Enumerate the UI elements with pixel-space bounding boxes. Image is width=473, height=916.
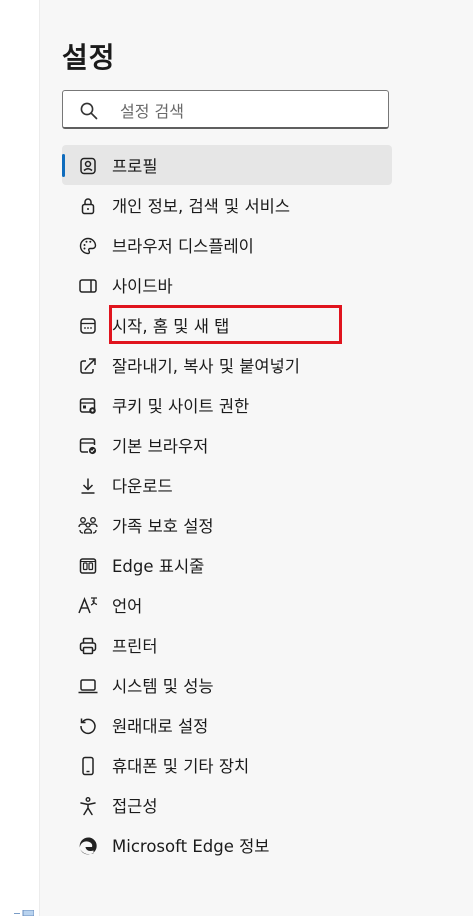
nav-item-label: 다운로드: [112, 477, 173, 496]
nav-item-profile[interactable]: 프로필: [62, 145, 392, 185]
search-input[interactable]: [118, 98, 372, 124]
nav-item-label: 쿠키 및 사이트 권한: [112, 397, 250, 416]
settings-nav: 프로필 개인 정보, 검색 및 서비스 브라우저 디스플레이 사이드바 시작, …: [62, 145, 392, 865]
left-strip: [0, 0, 39, 916]
nav-item-printers[interactable]: 프린터: [62, 625, 392, 665]
nav-item-accessibility[interactable]: 접근성: [62, 785, 392, 825]
nav-item-reset-settings[interactable]: 원래대로 설정: [62, 705, 392, 745]
nav-item-privacy[interactable]: 개인 정보, 검색 및 서비스: [62, 185, 392, 225]
family-icon: [77, 515, 99, 537]
nav-item-label: 개인 정보, 검색 및 서비스: [112, 197, 291, 216]
nav-item-downloads[interactable]: 다운로드: [62, 465, 392, 505]
page-title: 설정: [62, 41, 116, 74]
sidebar-icon: [77, 275, 99, 297]
nav-item-share-copy-paste[interactable]: 잘라내기, 복사 및 붙여넣기: [62, 345, 392, 385]
edge-logo-icon: [77, 835, 99, 857]
search-icon: [80, 102, 98, 120]
lock-icon: [77, 195, 99, 217]
nav-item-label: 브라우저 디스플레이: [112, 237, 254, 256]
nav-item-label: 접근성: [112, 797, 158, 816]
nav-item-system-performance[interactable]: 시스템 및 성능: [62, 665, 392, 705]
nav-item-label: 휴대폰 및 기타 장치: [112, 757, 250, 776]
nav-item-label: 언어: [112, 597, 143, 616]
nav-item-label: 프로필: [112, 157, 158, 176]
search-box[interactable]: [62, 90, 389, 129]
nav-item-languages[interactable]: 언어: [62, 585, 392, 625]
active-indicator: [62, 154, 65, 177]
language-icon: [77, 595, 99, 617]
default-browser-icon: [77, 435, 99, 457]
nav-item-label: Edge 표시줄: [112, 557, 205, 576]
reset-icon: [77, 715, 99, 737]
nav-item-label: 프린터: [112, 637, 158, 656]
palette-icon: [77, 235, 99, 257]
nav-item-start-home-newtab[interactable]: 시작, 홈 및 새 탭: [62, 305, 392, 345]
nav-item-label: 시스템 및 성능: [112, 677, 214, 696]
nav-item-family-safety[interactable]: 가족 보호 설정: [62, 505, 392, 545]
site-permissions-icon: [77, 395, 99, 417]
accessibility-icon: [77, 795, 99, 817]
edge-bar-icon: [77, 555, 99, 577]
phone-icon: [77, 755, 99, 777]
laptop-icon: [77, 675, 99, 697]
nav-item-edge-bar[interactable]: Edge 표시줄: [62, 545, 392, 585]
home-tab-icon: [77, 315, 99, 337]
nav-item-about-edge[interactable]: Microsoft Edge 정보: [62, 825, 392, 865]
nav-item-sidebar[interactable]: 사이드바: [62, 265, 392, 305]
share-icon: [77, 355, 99, 377]
printer-icon: [77, 635, 99, 657]
nav-item-label: 원래대로 설정: [112, 717, 209, 736]
window-corner-icon: [14, 910, 34, 916]
download-icon: [77, 475, 99, 497]
nav-item-label: 사이드바: [112, 277, 173, 296]
profile-icon: [77, 155, 99, 177]
nav-item-phone-devices[interactable]: 휴대폰 및 기타 장치: [62, 745, 392, 785]
nav-item-label: 시작, 홈 및 새 탭: [112, 317, 230, 336]
nav-item-label: 가족 보호 설정: [112, 517, 214, 536]
nav-item-label: 잘라내기, 복사 및 붙여넣기: [112, 357, 300, 376]
nav-item-cookies-permissions[interactable]: 쿠키 및 사이트 권한: [62, 385, 392, 425]
nav-item-default-browser[interactable]: 기본 브라우저: [62, 425, 392, 465]
nav-item-appearance[interactable]: 브라우저 디스플레이: [62, 225, 392, 265]
nav-item-label: 기본 브라우저: [112, 437, 209, 456]
nav-item-label: Microsoft Edge 정보: [112, 837, 270, 856]
